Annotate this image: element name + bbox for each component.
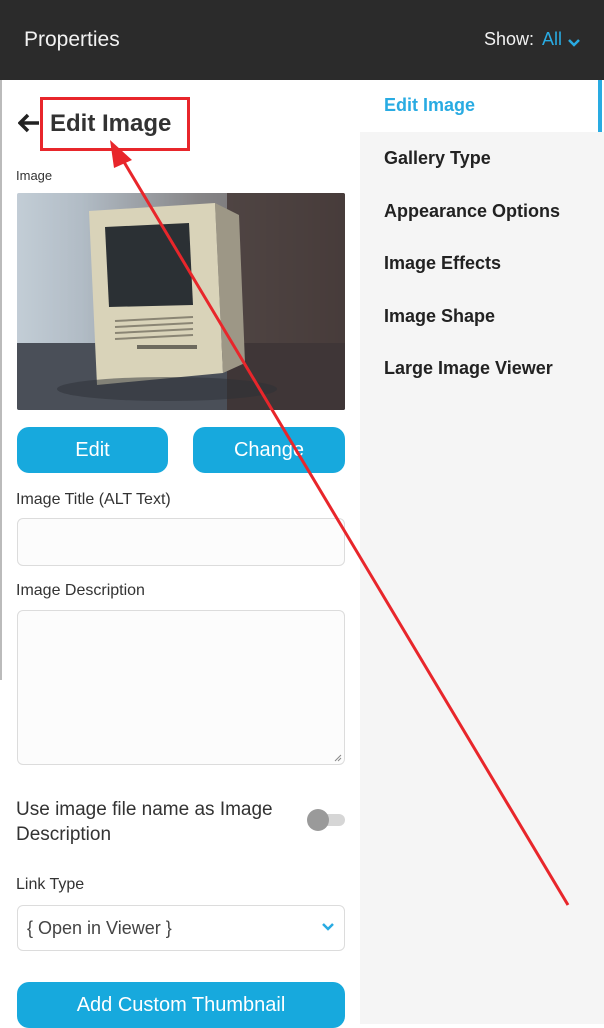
- annotation-arrow: [110, 140, 570, 906]
